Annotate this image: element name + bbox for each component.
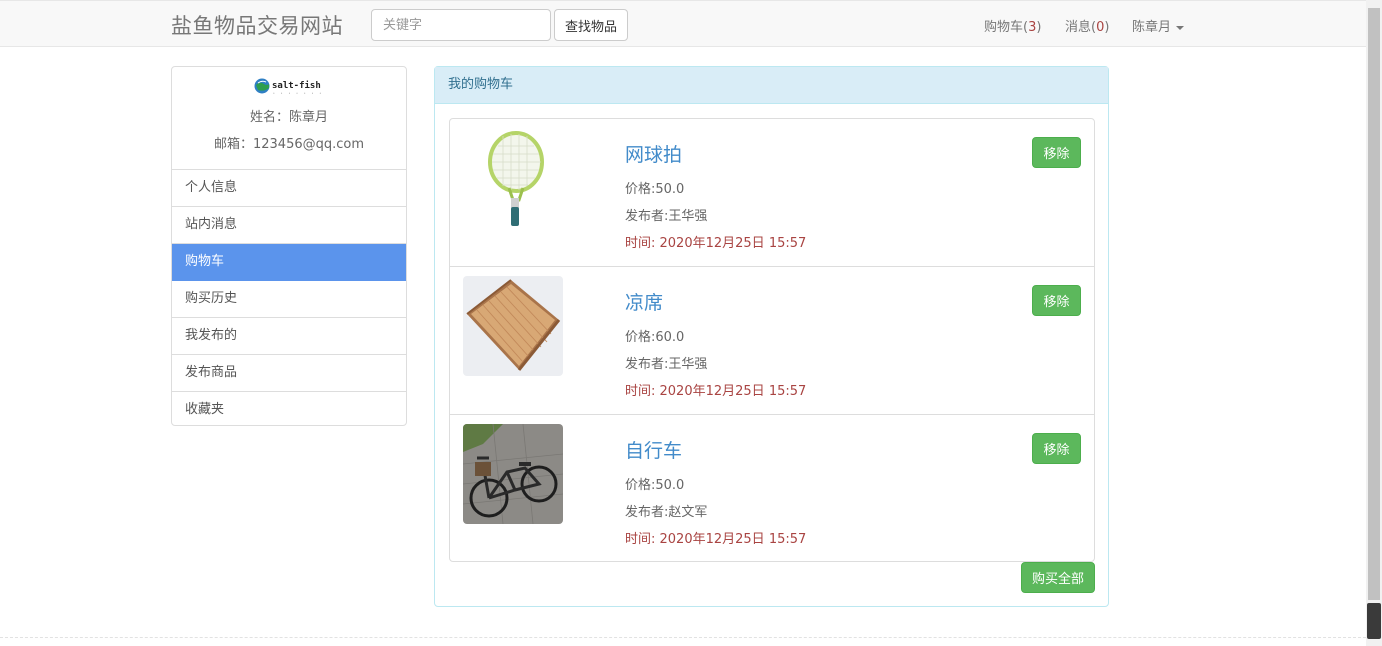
remove-button[interactable]: 移除	[1032, 137, 1081, 168]
search-button[interactable]: 查找物品	[554, 9, 628, 41]
sidebar-item-my-posts[interactable]: 我发布的	[172, 318, 406, 355]
cart-list: 网球拍 价格:50.0 发布者:王华强 时间: 2020年12月25日 15:5…	[449, 118, 1095, 562]
item-seller: 发布者:王华强	[625, 357, 708, 372]
scroll-grip-icon[interactable]	[1367, 603, 1381, 639]
cart-item: 凉席 价格:60.0 发布者:王华强 时间: 2020年12月25日 15:57…	[450, 267, 1094, 415]
item-title-link[interactable]: 网球拍	[625, 140, 682, 167]
nav-cart-suffix: )	[1036, 20, 1042, 35]
cart-item: 自行车 价格:50.0 发布者:赵文军 时间: 2020年12月25日 15:5…	[450, 415, 1094, 561]
user-sidebar: salt-fish • • • • • • • 姓名：陈章月 邮箱：123456…	[171, 66, 407, 426]
bamboo-mat-image[interactable]	[463, 276, 563, 376]
user-menu-label: 陈章月	[1132, 20, 1172, 35]
user-menu-dropdown[interactable]: 陈章月	[1132, 16, 1185, 35]
item-price: 价格:60.0	[625, 330, 685, 345]
nav-cart-label: 购物车(	[984, 20, 1029, 35]
buy-all-button[interactable]: 购买全部	[1021, 562, 1095, 593]
salt-fish-logo: salt-fish • • • • • • •	[254, 78, 324, 95]
item-price: 价格:50.0	[625, 478, 685, 493]
item-time: 时间: 2020年12月25日 15:57	[625, 384, 807, 399]
cart-item: 网球拍 价格:50.0 发布者:王华强 时间: 2020年12月25日 15:5…	[450, 119, 1094, 267]
item-seller: 发布者:王华强	[625, 209, 708, 224]
sidebar-item-profile[interactable]: 个人信息	[172, 170, 406, 207]
item-time: 时间: 2020年12月25日 15:57	[625, 532, 807, 547]
item-title-link[interactable]: 自行车	[625, 436, 682, 463]
nav-messages-link[interactable]: 消息(0)	[1065, 16, 1109, 35]
item-price: 价格:50.0	[625, 182, 685, 197]
nav-cart-link[interactable]: 购物车(3)	[984, 16, 1041, 35]
footer-divider	[0, 637, 1366, 638]
profile-email: 邮箱：123456@qq.com	[213, 137, 365, 152]
nav-messages-suffix: )	[1104, 20, 1110, 35]
caret-down-icon	[1176, 25, 1185, 30]
top-navbar: 盐鱼物品交易网站 查找物品 购物车(3) 消息(0) 陈章月	[0, 0, 1366, 47]
sidebar-item-purchase-history[interactable]: 购买历史	[172, 281, 406, 318]
site-brand[interactable]: 盐鱼物品交易网站	[171, 10, 343, 40]
item-time: 时间: 2020年12月25日 15:57	[625, 236, 807, 251]
cart-panel: 我的购物车 网球拍 价格:50.0 发布者:王华强 时间: 2020年12月25…	[434, 66, 1109, 607]
bicycle-image[interactable]	[463, 424, 563, 524]
sidebar-item-messages[interactable]: 站内消息	[172, 207, 406, 244]
search-input[interactable]	[371, 9, 551, 41]
tennis-racket-image[interactable]	[463, 128, 563, 228]
panel-heading: 我的购物车	[435, 67, 1108, 104]
page-scrollbar[interactable]	[1366, 0, 1382, 646]
profile-name: 姓名：陈章月	[249, 110, 328, 125]
remove-button[interactable]: 移除	[1032, 433, 1081, 464]
nav-messages-label: 消息(	[1065, 20, 1097, 35]
item-title-link[interactable]: 凉席	[625, 288, 663, 315]
profile-card: salt-fish • • • • • • • 姓名：陈章月 邮箱：123456…	[172, 67, 406, 170]
item-seller: 发布者:赵文军	[625, 505, 708, 520]
sidebar-item-publish[interactable]: 发布商品	[172, 355, 406, 392]
scrollbar-thumb[interactable]	[1368, 8, 1380, 600]
sidebar-item-cart[interactable]: 购物车	[172, 244, 406, 281]
remove-button[interactable]: 移除	[1032, 285, 1081, 316]
sidebar-item-favorites[interactable]: 收藏夹	[172, 392, 406, 425]
svg-text:• • • • • • •: • • • • • • •	[273, 91, 324, 95]
logo-text: salt-fish	[272, 80, 321, 91]
